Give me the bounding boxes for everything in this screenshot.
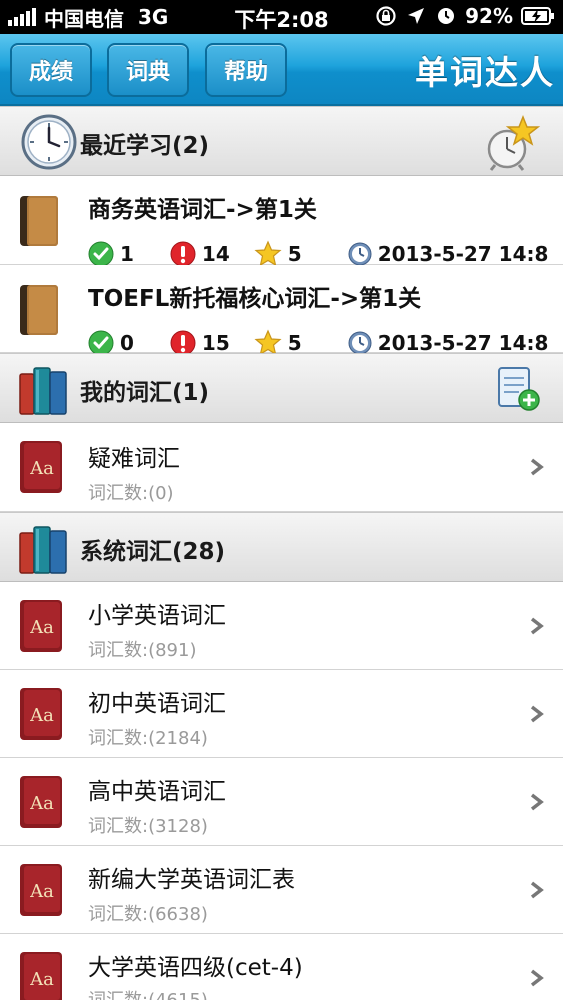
last-study-time: 2013-5-27 14:8 <box>377 331 549 355</box>
wrong-count: 15 <box>201 331 230 355</box>
chevron-right-icon <box>530 705 544 723</box>
location-arrow-icon <box>408 8 425 24</box>
clock-icon <box>348 331 372 355</box>
svg-text:Aa: Aa <box>29 969 54 990</box>
wall-clock-icon <box>21 114 77 170</box>
vocab-list-item[interactable]: Aa 初中英语词汇 词汇数:(2184) <box>0 670 563 758</box>
dictionary-book-icon: Aa <box>20 776 62 828</box>
app-title: 单词达人 <box>415 53 555 92</box>
chevron-right-icon <box>530 793 544 811</box>
recent-item-title: TOEFL新托福核心词汇->第1关 <box>88 286 422 312</box>
notebook-icon <box>20 285 58 335</box>
star-icon <box>254 240 282 267</box>
dictionary-book-icon: Aa <box>20 688 62 740</box>
recent-item-stats: 1 14 5 2013-5-27 14:8 <box>88 240 548 268</box>
svg-text:Aa: Aa <box>29 881 54 902</box>
dictionary-book-icon: Aa <box>20 952 62 1000</box>
chevron-right-icon <box>530 969 544 987</box>
dictionary-button[interactable]: 词典 <box>107 43 189 97</box>
vocab-word-count: 词汇数:(3128) <box>88 816 208 837</box>
vocab-list-item[interactable]: Aa 高中英语词汇 词汇数:(3128) <box>0 758 563 846</box>
vocab-word-count: 词汇数:(6638) <box>88 904 208 925</box>
star-count: 5 <box>287 242 302 266</box>
star-count: 5 <box>287 331 302 355</box>
vocab-list-title: 疑难词汇 <box>88 446 180 472</box>
vocab-list-title: 小学英语词汇 <box>88 603 226 629</box>
books-icon <box>19 526 67 574</box>
exclamation-icon <box>170 241 196 267</box>
correct-count: 1 <box>120 242 134 266</box>
correct-count: 0 <box>120 331 134 355</box>
rotation-lock-icon <box>376 6 396 26</box>
help-button[interactable]: 帮助 <box>205 43 287 97</box>
recent-study-title: 最近学习(2) <box>80 133 210 159</box>
last-study-time: 2013-5-27 14:8 <box>377 242 549 266</box>
battery-charging-icon <box>521 7 554 25</box>
notebook-icon <box>20 196 58 246</box>
vocab-word-count: 词汇数:(891) <box>88 640 197 661</box>
dictionary-book-icon: Aa <box>20 600 62 652</box>
vocab-list-title: 大学英语四级(cet-4) <box>88 955 303 981</box>
vocab-word-count: 词汇数:(4615) <box>88 986 208 1000</box>
svg-text:Aa: Aa <box>29 705 54 726</box>
vocab-list-title: 新编大学英语词汇表 <box>88 867 295 893</box>
status-bar: 中国电信 3G 下午2:08 92% <box>0 0 563 34</box>
battery-percent: 92% <box>465 4 513 28</box>
vocab-word-count: 词汇数:(2184) <box>88 728 208 749</box>
vocab-word-count: 词汇数:(0) <box>88 483 174 504</box>
chevron-right-icon <box>530 458 544 476</box>
chevron-right-icon <box>530 881 544 899</box>
vocab-list-item[interactable]: Aa 新编大学英语词汇表 词汇数:(6638) <box>0 846 563 934</box>
vocab-list-title: 初中英语词汇 <box>88 691 226 717</box>
svg-text:Aa: Aa <box>29 793 54 814</box>
recent-item-title: 商务英语词汇->第1关 <box>88 197 317 223</box>
nav-bar: 成绩 词典 帮助 单词达人 <box>0 34 563 106</box>
recent-item[interactable]: TOEFL新托福核心词汇->第1关 0 15 5 2013-5-27 14:8 <box>0 265 563 356</box>
svg-text:Aa: Aa <box>29 458 54 479</box>
add-vocab-icon[interactable] <box>495 366 541 412</box>
svg-text:Aa: Aa <box>29 617 54 638</box>
system-vocab-title: 系统词汇(28) <box>80 539 226 565</box>
system-vocab-header: 系统词汇(28) <box>0 512 563 582</box>
vocab-list-item[interactable]: Aa 疑难词汇 词汇数:(0) <box>0 423 563 512</box>
chevron-right-icon <box>530 617 544 635</box>
vocab-list-item[interactable]: Aa 小学英语词汇 词汇数:(891) <box>0 582 563 670</box>
scores-button[interactable]: 成绩 <box>10 43 92 97</box>
my-vocab-title: 我的词汇(1) <box>80 380 210 406</box>
dictionary-book-icon: Aa <box>20 864 62 916</box>
vocab-list-title: 高中英语词汇 <box>88 779 226 805</box>
vocab-list-item[interactable]: Aa 大学英语四级(cet-4) 词汇数:(4615) <box>0 934 563 1000</box>
recent-study-header: 最近学习(2) <box>0 106 563 176</box>
wrong-count: 14 <box>201 242 230 266</box>
my-vocab-header: 我的词汇(1) <box>0 353 563 423</box>
recent-item[interactable]: 商务英语词汇->第1关 1 14 5 2013-5-27 14:8 <box>0 176 563 268</box>
alarm-star-icon[interactable] <box>485 113 541 173</box>
alarm-clock-icon <box>438 8 455 24</box>
books-icon <box>19 367 67 415</box>
clock-icon <box>348 242 372 266</box>
dictionary-book-icon: Aa <box>20 441 62 493</box>
check-icon <box>88 241 114 267</box>
